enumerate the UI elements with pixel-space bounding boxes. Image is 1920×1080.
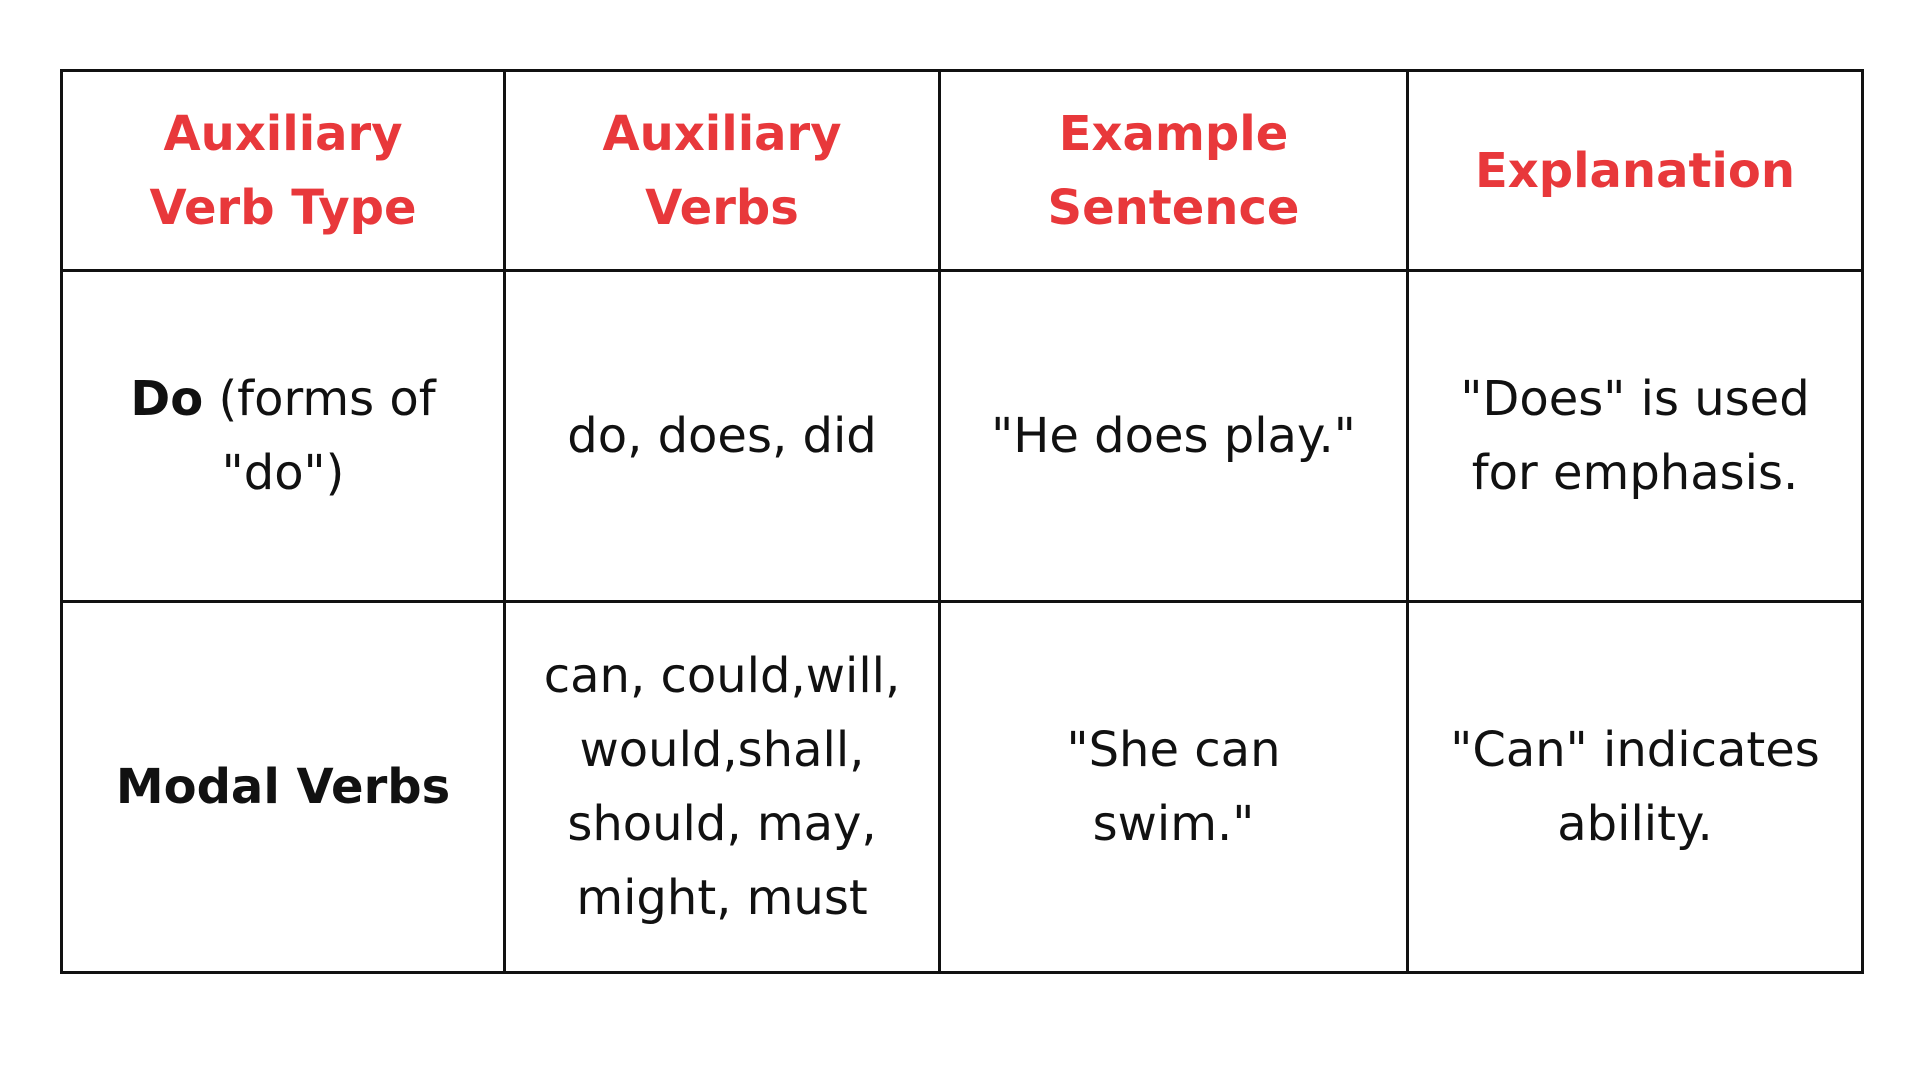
cell-verbs: can, could,will, would,shall, should, ma… — [503, 600, 941, 974]
cell-explanation: "Can" indicates ability. — [1406, 600, 1864, 974]
type-bold: Modal Verbs — [115, 759, 451, 815]
cell-verbs: do, does, did — [503, 269, 941, 603]
header-example: Example Sentence — [938, 69, 1409, 272]
type-bold: Do — [130, 371, 204, 427]
cell-example: "He does play." — [938, 269, 1409, 603]
header-verbs: Auxiliary Verbs — [503, 69, 941, 272]
auxiliary-verbs-table: Auxiliary Verb Type Auxiliary Verbs Exam… — [60, 69, 1864, 974]
header-type: Auxiliary Verb Type — [60, 69, 506, 272]
cell-type: Do (forms of "do") — [60, 269, 506, 603]
cell-explanation: "Does" is used for emphasis. — [1406, 269, 1864, 603]
header-row: Auxiliary Verb Type Auxiliary Verbs Exam… — [60, 69, 1864, 272]
type-rest: (forms of "do") — [203, 371, 436, 501]
cell-type: Modal Verbs — [60, 600, 506, 974]
table-row: Do (forms of "do") do, does, did "He doe… — [60, 269, 1864, 603]
header-explanation: Explanation — [1406, 69, 1864, 272]
cell-example: "She can swim." — [938, 600, 1409, 974]
table-row: Modal Verbs can, could,will, would,shall… — [60, 600, 1864, 974]
